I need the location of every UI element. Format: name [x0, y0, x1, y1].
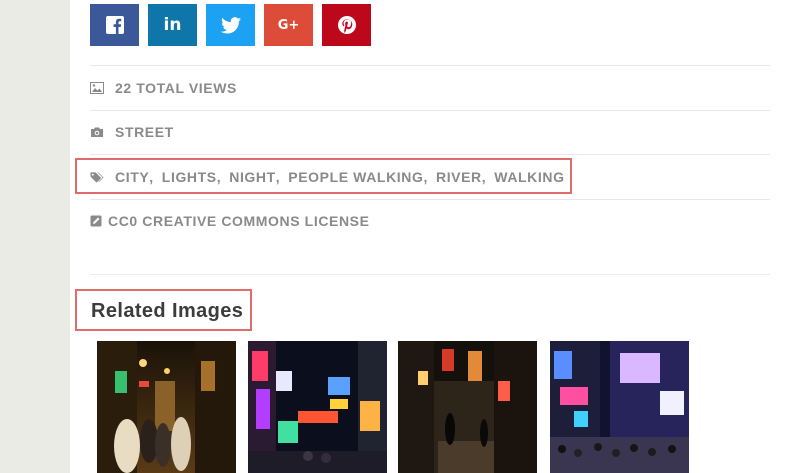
twitter-share-button[interactable] [206, 4, 255, 46]
views-count: 22 TOTAL VIEWS [115, 80, 237, 96]
night-alley-photo [97, 341, 236, 473]
social-share-bar: in G+ [90, 4, 371, 46]
twitter-icon [220, 16, 241, 33]
left-sidebar-strip [0, 0, 70, 473]
google-plus-icon: G+ [277, 17, 300, 33]
related-heading-highlight-box [75, 289, 252, 331]
license-link[interactable]: CC0 CREATIVE COMMONS LICENSE [108, 213, 370, 229]
related-image-thumb[interactable] [550, 341, 689, 473]
pinterest-share-button[interactable] [322, 4, 371, 46]
license-row: CC0 CREATIVE COMMONS LICENSE [90, 199, 770, 243]
related-image-thumb[interactable] [248, 341, 387, 473]
neon-street-photo [248, 341, 387, 473]
related-image-thumb[interactable] [398, 341, 537, 473]
section-divider [90, 274, 770, 275]
tags-highlight-box [75, 158, 572, 194]
related-image-thumb[interactable] [97, 341, 236, 473]
linkedin-share-button[interactable]: in [148, 4, 197, 46]
category-link[interactable]: STREET [115, 124, 174, 140]
facebook-share-button[interactable] [90, 4, 139, 46]
facebook-icon [105, 16, 124, 34]
views-row: 22 TOTAL VIEWS [90, 65, 770, 111]
category-row: STREET [90, 110, 770, 155]
crossing-crowd-photo [550, 341, 689, 473]
linkedin-icon: in [163, 15, 182, 35]
google-plus-share-button[interactable]: G+ [264, 4, 313, 46]
dark-alley-photo [398, 341, 537, 473]
image-icon [90, 81, 104, 95]
pinterest-icon [337, 16, 356, 34]
license-icon [90, 214, 104, 228]
camera-icon [90, 125, 104, 139]
